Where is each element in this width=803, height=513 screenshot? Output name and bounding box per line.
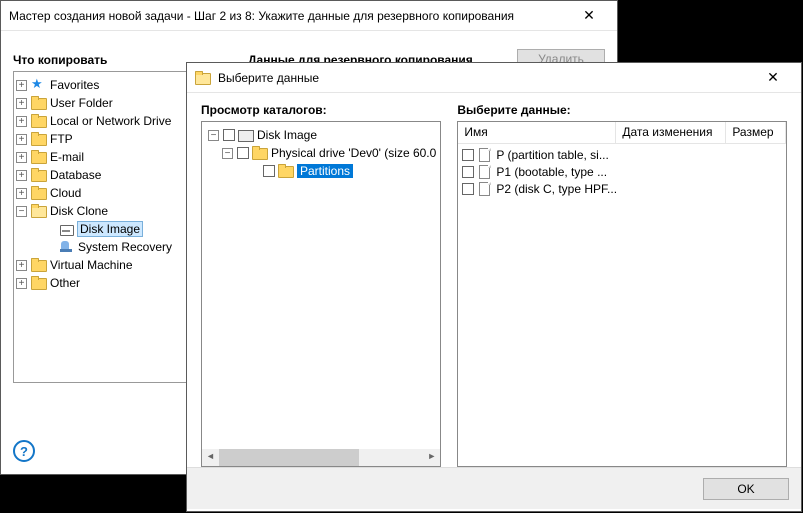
col-name[interactable]: Имя xyxy=(458,122,616,143)
tree-label: Disk Image xyxy=(77,221,143,237)
picker-titlebar: Выберите данные ✕ xyxy=(187,63,801,93)
tree-label: Cloud xyxy=(50,186,81,200)
col-size[interactable]: Размер xyxy=(726,122,786,143)
expand-icon[interactable]: + xyxy=(16,134,27,145)
expand-placeholder xyxy=(44,242,55,253)
horizontal-scrollbar[interactable]: ◄ ► xyxy=(202,449,440,466)
tree-label: Virtual Machine xyxy=(50,258,133,272)
checkbox[interactable] xyxy=(462,183,474,195)
expand-icon[interactable]: + xyxy=(16,80,27,91)
checkbox[interactable] xyxy=(223,129,235,141)
folder-icon xyxy=(31,276,47,290)
checkbox[interactable] xyxy=(263,165,275,177)
scroll-right-icon[interactable]: ► xyxy=(423,449,440,466)
list-label: P1 (bootable, type ... xyxy=(496,165,607,179)
expand-icon[interactable]: + xyxy=(16,98,27,109)
tree-row-disk-image[interactable]: − Disk Image xyxy=(206,126,436,144)
expand-icon[interactable]: + xyxy=(16,152,27,163)
tree-label: Disk Clone xyxy=(50,204,108,218)
button-bar: OK xyxy=(187,467,801,509)
tree-label: System Recovery xyxy=(78,240,172,254)
file-icon xyxy=(477,165,493,179)
wizard-title: Мастер создания новой задачи - Шаг 2 из … xyxy=(9,9,569,23)
recov-icon xyxy=(59,240,75,254)
tree-row-drive[interactable]: − Physical drive 'Dev0' (size 60.0 xyxy=(206,144,436,162)
tree-label: Local or Network Drive xyxy=(50,114,171,128)
tree-label: User Folder xyxy=(50,96,113,110)
tree-label-selected: Partitions xyxy=(297,164,353,178)
expand-icon[interactable]: + xyxy=(16,188,27,199)
checkbox[interactable] xyxy=(237,147,249,159)
expand-icon[interactable]: + xyxy=(16,278,27,289)
col-date[interactable]: Дата изменения xyxy=(616,122,726,143)
expand-icon[interactable]: + xyxy=(16,260,27,271)
folder-icon xyxy=(31,132,47,146)
collapse-icon[interactable]: − xyxy=(222,148,233,159)
tree-row-partitions[interactable]: Partitions xyxy=(206,162,436,180)
catalog-tree-panel: − Disk Image − Physical drive 'Dev0' (si… xyxy=(201,121,441,467)
folder-icon xyxy=(31,96,47,110)
list-label: P2 (disk C, type HPF... xyxy=(496,182,617,196)
star-icon xyxy=(31,78,47,92)
folder-icon xyxy=(31,150,47,164)
close-icon[interactable]: ✕ xyxy=(569,7,609,24)
expand-icon[interactable]: + xyxy=(16,170,27,181)
list-item[interactable]: P1 (bootable, type ... xyxy=(458,163,786,180)
hdd-icon xyxy=(238,128,254,142)
folder-icon xyxy=(31,258,47,272)
picker-title: Выберите данные xyxy=(218,71,753,85)
folder-icon xyxy=(31,186,47,200)
list-label: P (partition table, si... xyxy=(496,148,609,162)
list-header: Имя Дата изменения Размер xyxy=(458,122,786,144)
close-icon[interactable]: ✕ xyxy=(753,69,793,86)
data-list-panel: Имя Дата изменения Размер P (partition t… xyxy=(457,121,787,467)
expand-placeholder xyxy=(44,224,55,235)
ok-button[interactable]: OK xyxy=(703,478,789,500)
file-icon xyxy=(477,148,493,162)
browse-header: Просмотр каталогов: xyxy=(201,103,441,117)
collapse-icon[interactable]: − xyxy=(208,130,219,141)
folder-icon xyxy=(195,71,211,85)
checkbox[interactable] xyxy=(462,166,474,178)
folder-icon xyxy=(278,164,294,178)
expand-icon[interactable]: + xyxy=(16,116,27,127)
folder-icon xyxy=(252,146,268,160)
tree-label: Disk Image xyxy=(257,128,317,142)
file-icon xyxy=(477,182,493,196)
select-data-header: Выберите данные: xyxy=(457,103,787,117)
scroll-left-icon[interactable]: ◄ xyxy=(202,449,219,466)
folder-icon xyxy=(31,204,47,218)
data-picker-window: Выберите данные ✕ Просмотр каталогов: − … xyxy=(186,62,802,512)
tree-label: Physical drive 'Dev0' (size 60.0 xyxy=(271,146,436,160)
tree-label: Database xyxy=(50,168,101,182)
list-item[interactable]: P2 (disk C, type HPF... xyxy=(458,180,786,197)
tree-label: FTP xyxy=(50,132,73,146)
tree-label: Favorites xyxy=(50,78,99,92)
list-item[interactable]: P (partition table, si... xyxy=(458,146,786,163)
help-icon[interactable]: ? xyxy=(13,440,35,462)
wizard-titlebar: Мастер создания новой задачи - Шаг 2 из … xyxy=(1,1,617,31)
folder-icon xyxy=(31,114,47,128)
collapse-icon[interactable]: − xyxy=(16,206,27,217)
folder-icon xyxy=(31,168,47,182)
scroll-thumb[interactable] xyxy=(219,449,359,466)
disk-icon xyxy=(59,222,75,236)
tree-label: Other xyxy=(50,276,80,290)
expand-placeholder xyxy=(248,166,259,177)
checkbox[interactable] xyxy=(462,149,474,161)
tree-label: E-mail xyxy=(50,150,84,164)
